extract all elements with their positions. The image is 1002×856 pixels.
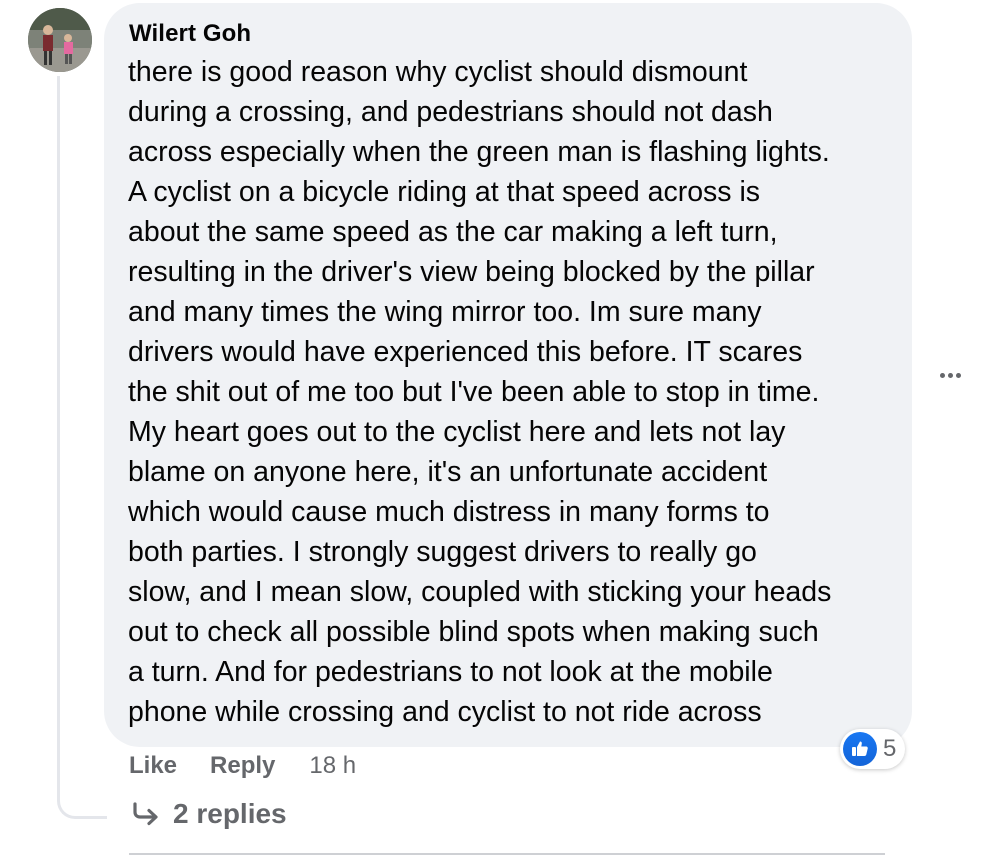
- view-replies-link[interactable]: 2 replies: [131, 798, 287, 830]
- comment-actions: Like Reply 18 h: [129, 750, 356, 782]
- comment-timestamp[interactable]: 18 h: [309, 752, 356, 780]
- comment-text-line: out to check all possible blind spots wh…: [128, 616, 819, 648]
- comment-text-line: drivers would have experienced this befo…: [128, 336, 803, 368]
- comment-text-line: slow, and I mean slow, coupled with stic…: [128, 576, 832, 608]
- more-options-icon-dot: [947, 372, 953, 378]
- avatar[interactable]: [28, 8, 92, 72]
- comment-text-line: resulting in the driver's view being blo…: [128, 256, 815, 288]
- comment-text-line: blame on anyone here, it's an unfortunat…: [128, 456, 768, 488]
- reaction-count: 5: [883, 735, 897, 762]
- comment-text-line: which would cause much distress in many …: [128, 496, 770, 528]
- comment-text-line: a turn. And for pedestrians to not look …: [128, 656, 773, 688]
- comment-text-line: A cyclist on a bicycle riding at that sp…: [128, 176, 761, 208]
- reaction-badge[interactable]: 5: [840, 729, 906, 769]
- replies-count-label: 2 replies: [173, 798, 287, 829]
- comment-text-line: both parties. I strongly suggest drivers…: [128, 536, 757, 568]
- thread-connector-line: [57, 76, 107, 819]
- divider: [129, 853, 885, 855]
- like-button[interactable]: Like: [129, 752, 177, 780]
- thumbs-up-icon: [843, 732, 877, 766]
- comment-text-line: the shit out of me too but I've been abl…: [128, 376, 820, 408]
- more-options-icon-dot: [955, 372, 961, 378]
- comment-text-line: across especially when the green man is …: [128, 136, 830, 168]
- comment-text-line: My heart goes out to the cyclist here an…: [128, 416, 786, 448]
- more-options-icon: [939, 372, 945, 378]
- reply-arrow-icon: [131, 801, 161, 827]
- comment-text-line: there is good reason why cyclist should …: [128, 56, 748, 88]
- reply-button[interactable]: Reply: [210, 752, 275, 780]
- comment-text-line: about the same speed as the car making a…: [128, 216, 778, 248]
- comment-text-line: phone while crossing and cyclist to not …: [128, 696, 762, 728]
- comment-text-line: and many times the wing mirror too. Im s…: [128, 296, 762, 328]
- comment-text: there is good reason why cyclist should …: [128, 52, 918, 732]
- more-options-button[interactable]: [930, 360, 970, 390]
- comment-text-line: during a crossing, and pedestrians shoul…: [128, 96, 773, 128]
- comment-author-name[interactable]: Wilert Goh: [129, 20, 251, 48]
